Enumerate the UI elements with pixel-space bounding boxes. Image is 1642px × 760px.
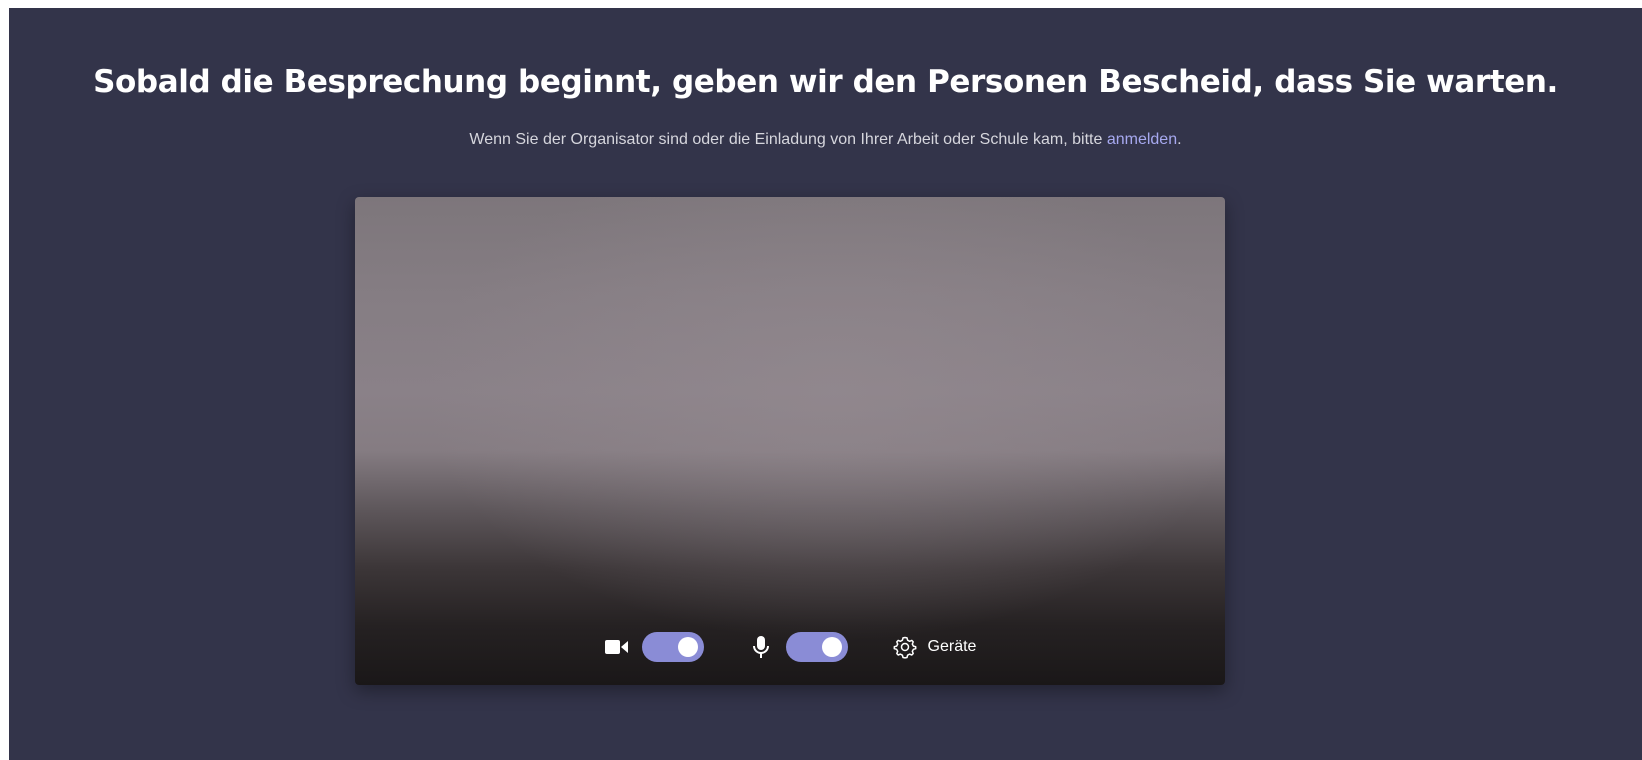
gear-icon [892,634,918,660]
camera-toggle[interactable] [641,632,704,662]
signin-hint-period: . [1177,131,1182,148]
signin-hint-text: Wenn Sie der Organisator sind oder die E… [469,131,1107,148]
preview-controls: Geräte [355,631,1225,663]
devices-button[interactable]: Geräte [892,634,977,660]
camera-control [604,632,704,662]
microphone-icon [748,634,774,660]
microphone-toggle-knob [821,637,842,657]
signin-hint: Wenn Sie der Organisator sind oder die E… [9,131,1642,149]
signin-link[interactable]: anmelden [1107,131,1177,148]
video-camera-icon [604,634,630,660]
page-title: Sobald die Besprechung beginnt, geben wi… [93,64,1558,100]
video-preview: Geräte [355,197,1225,685]
devices-label: Geräte [927,638,977,655]
microphone-toggle[interactable] [785,632,848,662]
microphone-control [748,632,848,662]
camera-toggle-knob [677,637,698,657]
meeting-lobby: Sobald die Besprechung beginnt, geben wi… [9,8,1642,760]
